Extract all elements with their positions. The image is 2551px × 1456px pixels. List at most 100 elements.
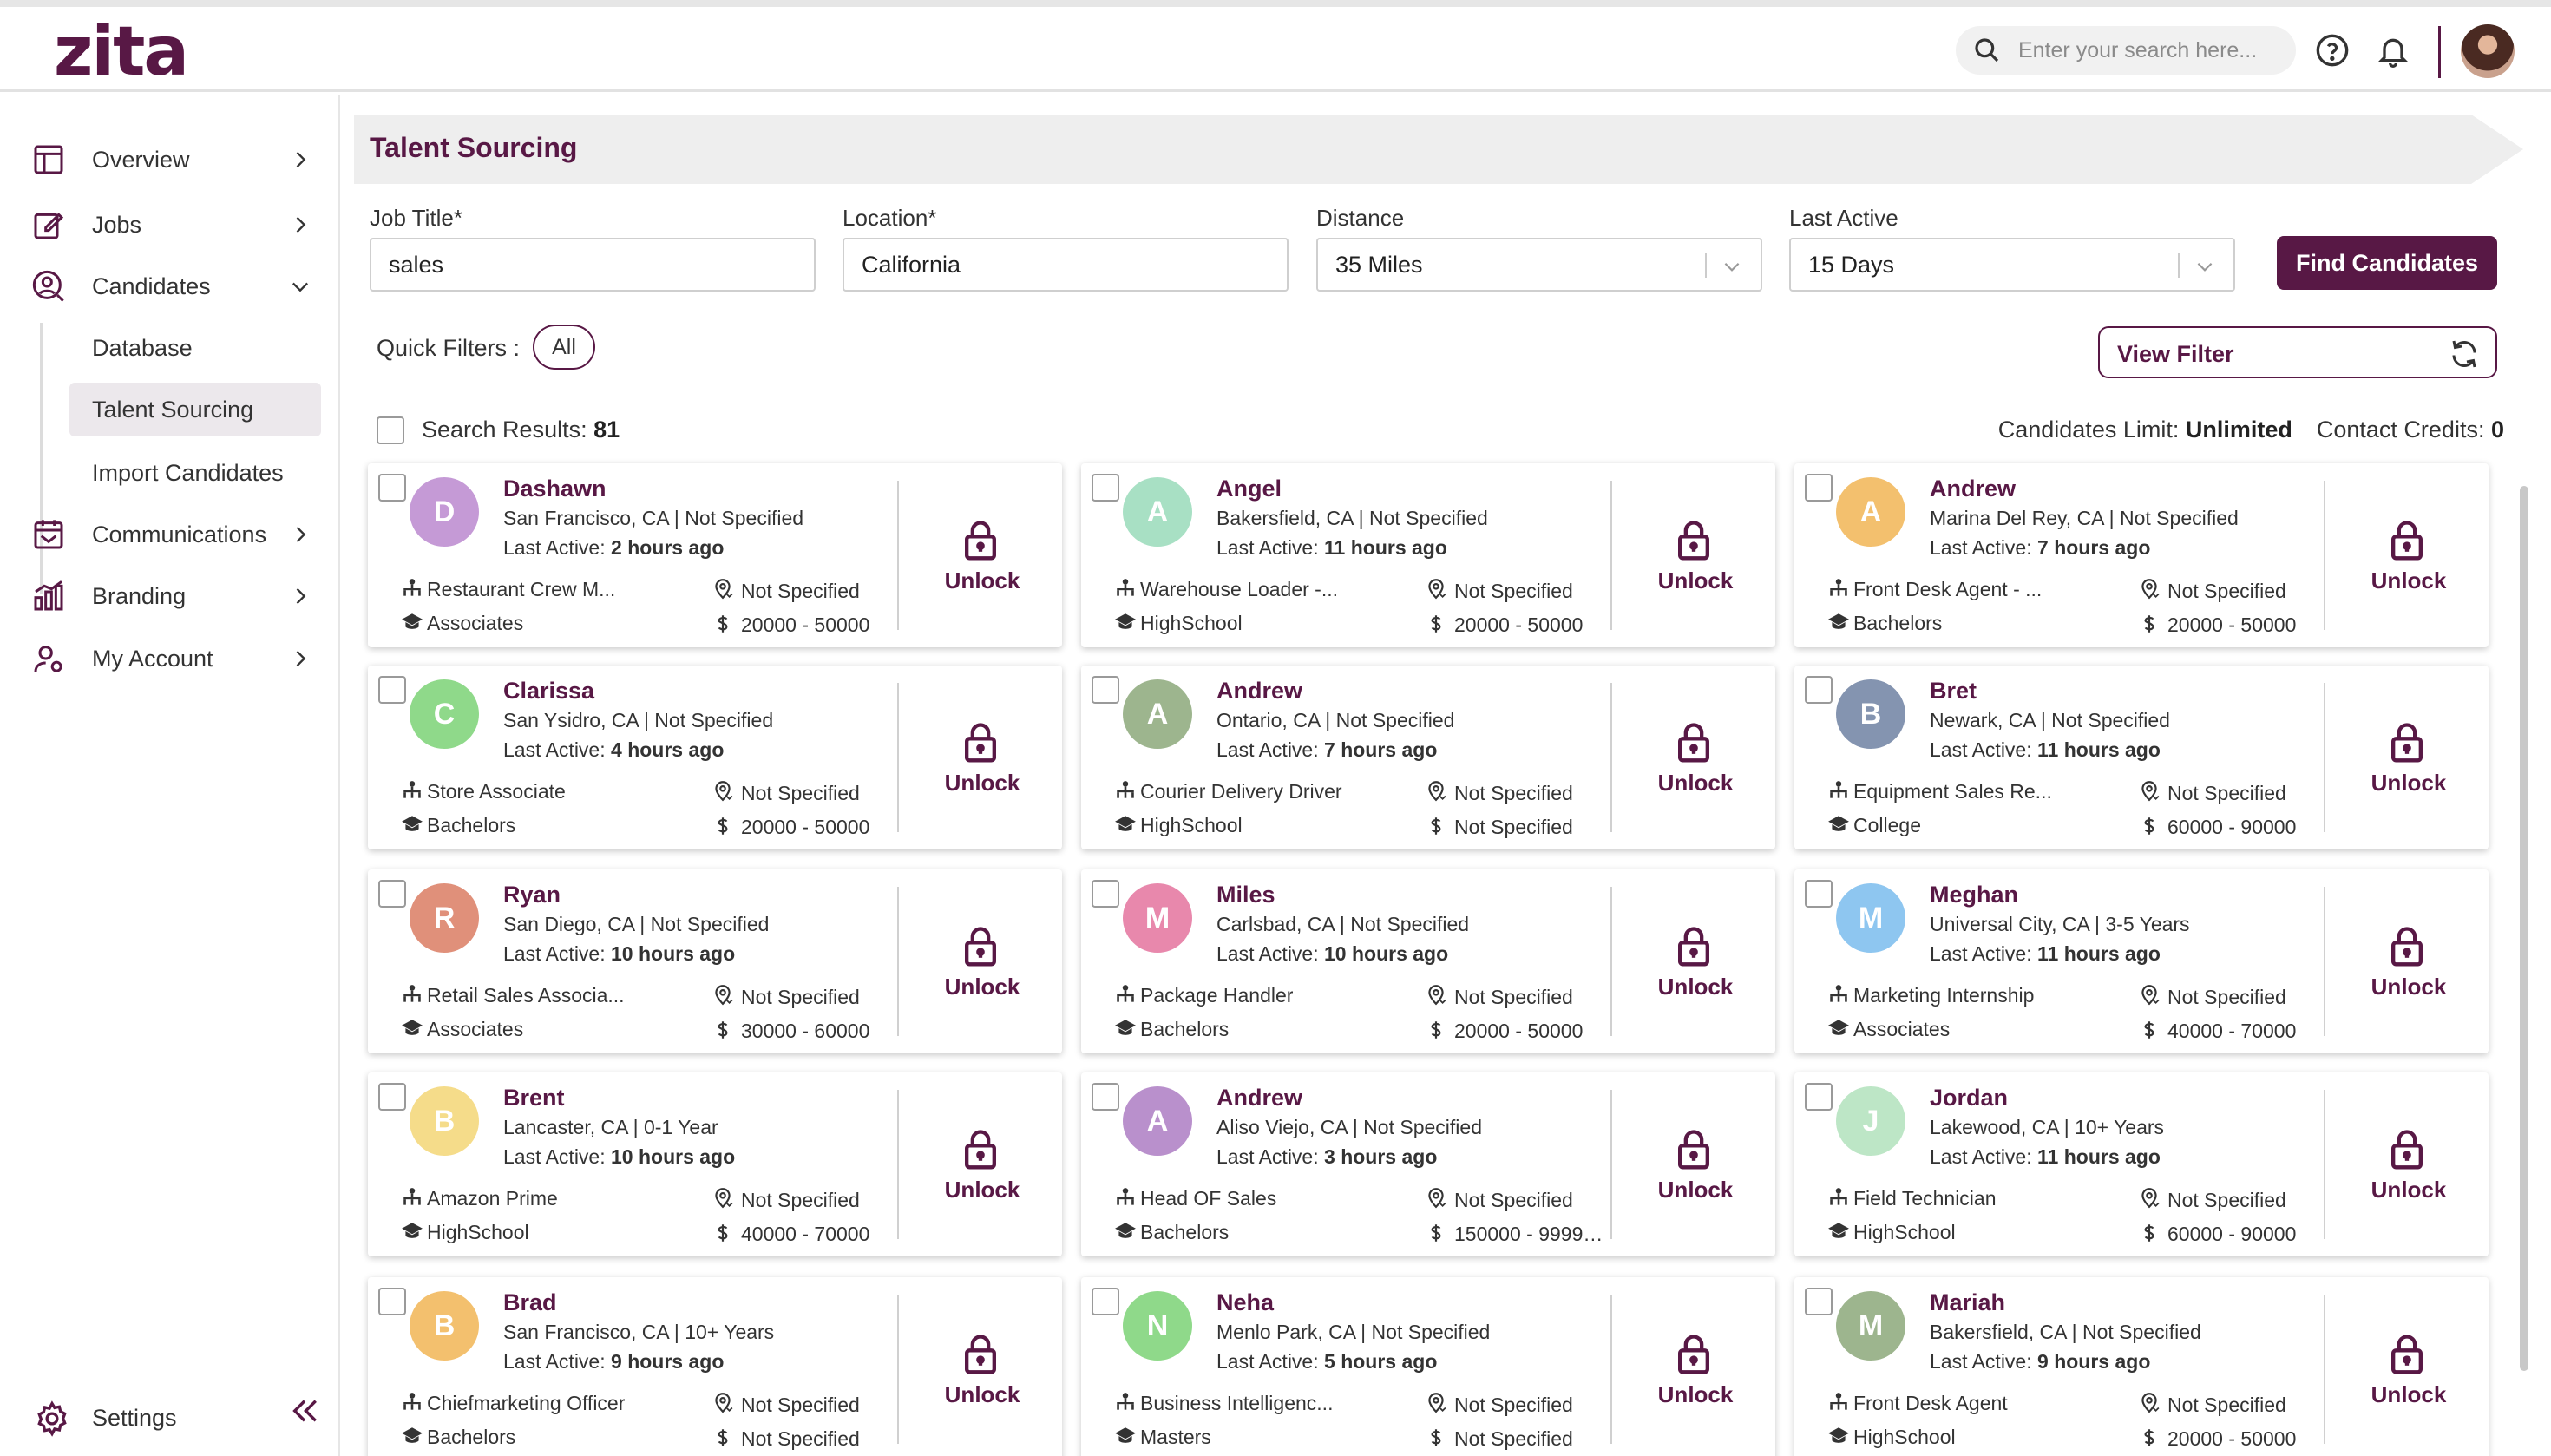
candidate-card[interactable]: M Meghan Universal City, CA | 3-5 Years Las… bbox=[1794, 869, 2489, 1053]
sidebar-item-communications[interactable]: Communications bbox=[0, 507, 340, 562]
unlock-button[interactable]: Unlock bbox=[1643, 567, 1748, 594]
location-field[interactable]: California bbox=[843, 238, 1289, 292]
scrollbar[interactable] bbox=[2520, 486, 2528, 1371]
unlock-button[interactable]: Unlock bbox=[930, 567, 1034, 594]
search-input[interactable] bbox=[2018, 37, 2279, 63]
unlock-button[interactable]: Unlock bbox=[930, 770, 1034, 797]
candidate-name[interactable]: Andrew bbox=[1216, 678, 1302, 705]
candidate-name[interactable]: Ryan bbox=[503, 882, 561, 908]
distance-select[interactable]: 35 Miles bbox=[1316, 238, 1762, 292]
lock-icon[interactable] bbox=[963, 723, 998, 763]
lock-icon[interactable] bbox=[1676, 723, 1711, 763]
lock-icon[interactable] bbox=[1676, 1130, 1711, 1170]
unlock-button[interactable]: Unlock bbox=[2357, 1177, 2461, 1203]
candidate-name[interactable]: Andrew bbox=[1216, 1085, 1302, 1112]
candidate-checkbox[interactable] bbox=[1092, 676, 1119, 704]
lock-icon[interactable] bbox=[963, 927, 998, 967]
candidate-card[interactable]: B Bret Newark, CA | Not Specified Last Acti… bbox=[1794, 666, 2489, 849]
candidate-card[interactable]: J Jordan Lakewood, CA | 10+ Years Last Acti… bbox=[1794, 1072, 2489, 1256]
unlock-button[interactable]: Unlock bbox=[1643, 770, 1748, 797]
unlock-button[interactable]: Unlock bbox=[930, 974, 1034, 1000]
candidate-card[interactable]: A Angel Bakersfield, CA | Not Specified Las… bbox=[1081, 463, 1775, 647]
unlock-button[interactable]: Unlock bbox=[1643, 1381, 1748, 1408]
candidate-card[interactable]: C Clarissa San Ysidro, CA | Not Specified L… bbox=[368, 666, 1062, 849]
candidate-name[interactable]: Dashawn bbox=[503, 475, 607, 502]
unlock-button[interactable]: Unlock bbox=[1643, 1177, 1748, 1203]
view-filter-button[interactable]: View Filter bbox=[2098, 326, 2497, 378]
user-avatar[interactable] bbox=[2461, 24, 2515, 78]
candidate-card[interactable]: M Mariah Bakersfield, CA | Not Specified La… bbox=[1794, 1277, 2489, 1456]
quick-filter-all-chip[interactable]: All bbox=[533, 325, 595, 370]
candidate-name[interactable]: Mariah bbox=[1930, 1289, 2005, 1316]
job-title-field[interactable]: sales bbox=[370, 238, 816, 292]
candidate-card[interactable]: D Dashawn San Francisco, CA | Not Specifie… bbox=[368, 463, 1062, 647]
unlock-button[interactable]: Unlock bbox=[1643, 974, 1748, 1000]
collapse-sidebar-icon[interactable] bbox=[288, 1396, 321, 1426]
candidate-name[interactable]: Miles bbox=[1216, 882, 1276, 908]
unlock-button[interactable]: Unlock bbox=[2357, 567, 2461, 594]
bell-icon[interactable] bbox=[2376, 33, 2410, 68]
unlock-button[interactable]: Unlock bbox=[2357, 770, 2461, 797]
candidate-checkbox[interactable] bbox=[1805, 676, 1833, 704]
sidebar-item-my-account[interactable]: My Account bbox=[0, 631, 340, 686]
candidate-checkbox[interactable] bbox=[1805, 1288, 1833, 1315]
candidate-checkbox[interactable] bbox=[1092, 1083, 1119, 1111]
unlock-button[interactable]: Unlock bbox=[930, 1381, 1034, 1408]
last-active-select[interactable]: 15 Days bbox=[1789, 238, 2235, 292]
candidate-card[interactable]: N Neha Menlo Park, CA | Not Specified Last … bbox=[1081, 1277, 1775, 1456]
zita-logo[interactable]: zita bbox=[54, 10, 189, 94]
sidebar-item-overview[interactable]: Overview bbox=[0, 132, 340, 187]
sidebar-subitem-database[interactable]: Database bbox=[69, 321, 321, 375]
candidate-checkbox[interactable] bbox=[378, 1083, 406, 1111]
candidate-checkbox[interactable] bbox=[1805, 474, 1833, 502]
select-all-checkbox[interactable] bbox=[377, 416, 404, 444]
lock-icon[interactable] bbox=[2390, 1130, 2424, 1170]
candidate-card[interactable]: A Andrew Aliso Viejo, CA | Not Specified La… bbox=[1081, 1072, 1775, 1256]
candidate-checkbox[interactable] bbox=[378, 676, 406, 704]
candidate-card[interactable]: M Miles Carlsbad, CA | Not Specified Last A… bbox=[1081, 869, 1775, 1053]
candidate-card[interactable]: A Andrew Ontario, CA | Not Specified Last A… bbox=[1081, 666, 1775, 849]
candidate-name[interactable]: Neha bbox=[1216, 1289, 1274, 1316]
candidate-name[interactable]: Brent bbox=[503, 1085, 565, 1112]
candidate-name[interactable]: Jordan bbox=[1930, 1085, 2008, 1112]
sidebar-item-branding[interactable]: Branding bbox=[0, 568, 340, 624]
lock-icon[interactable] bbox=[963, 521, 998, 561]
sidebar-item-candidates[interactable]: Candidates bbox=[0, 259, 340, 314]
find-candidates-button[interactable]: Find Candidates bbox=[2277, 236, 2497, 290]
candidate-card[interactable]: B Brent Lancaster, CA | 0-1 Year Last Activ… bbox=[368, 1072, 1062, 1256]
global-search[interactable] bbox=[1956, 26, 2296, 75]
candidate-name[interactable]: Clarissa bbox=[503, 678, 594, 705]
candidate-card[interactable]: R Ryan San Diego, CA | Not Specified Last A… bbox=[368, 869, 1062, 1053]
lock-icon[interactable] bbox=[2390, 521, 2424, 561]
candidate-card[interactable]: B Brad San Francisco, CA | 10+ Years Last A… bbox=[368, 1277, 1062, 1456]
lock-icon[interactable] bbox=[2390, 927, 2424, 967]
lock-icon[interactable] bbox=[2390, 1335, 2424, 1374]
sidebar-subitem-talent-sourcing[interactable]: Talent Sourcing bbox=[69, 383, 321, 436]
candidate-checkbox[interactable] bbox=[1092, 1288, 1119, 1315]
candidate-card[interactable]: A Andrew Marina Del Rey, CA | Not Specifie… bbox=[1794, 463, 2489, 647]
candidate-checkbox[interactable] bbox=[1092, 474, 1119, 502]
lock-icon[interactable] bbox=[1676, 521, 1711, 561]
lock-icon[interactable] bbox=[2390, 723, 2424, 763]
lock-icon[interactable] bbox=[1676, 1335, 1711, 1374]
lock-icon[interactable] bbox=[1676, 927, 1711, 967]
lock-icon[interactable] bbox=[963, 1130, 998, 1170]
candidate-name[interactable]: Andrew bbox=[1930, 475, 2016, 502]
candidate-checkbox[interactable] bbox=[378, 1288, 406, 1315]
candidate-name[interactable]: Brad bbox=[503, 1289, 557, 1316]
sidebar-subitem-import-candidates[interactable]: Import Candidates bbox=[69, 446, 321, 500]
candidate-name[interactable]: Angel bbox=[1216, 475, 1282, 502]
unlock-button[interactable]: Unlock bbox=[2357, 974, 2461, 1000]
candidate-checkbox[interactable] bbox=[1092, 880, 1119, 908]
help-icon[interactable] bbox=[2315, 33, 2350, 68]
candidate-checkbox[interactable] bbox=[378, 474, 406, 502]
candidate-checkbox[interactable] bbox=[1805, 1083, 1833, 1111]
candidate-name[interactable]: Meghan bbox=[1930, 882, 2018, 908]
candidate-name[interactable]: Bret bbox=[1930, 678, 1977, 705]
candidate-checkbox[interactable] bbox=[378, 880, 406, 908]
unlock-button[interactable]: Unlock bbox=[2357, 1381, 2461, 1408]
refresh-icon[interactable] bbox=[2449, 338, 2480, 370]
candidate-checkbox[interactable] bbox=[1805, 880, 1833, 908]
lock-icon[interactable] bbox=[963, 1335, 998, 1374]
sidebar-item-jobs[interactable]: Jobs bbox=[0, 197, 340, 253]
